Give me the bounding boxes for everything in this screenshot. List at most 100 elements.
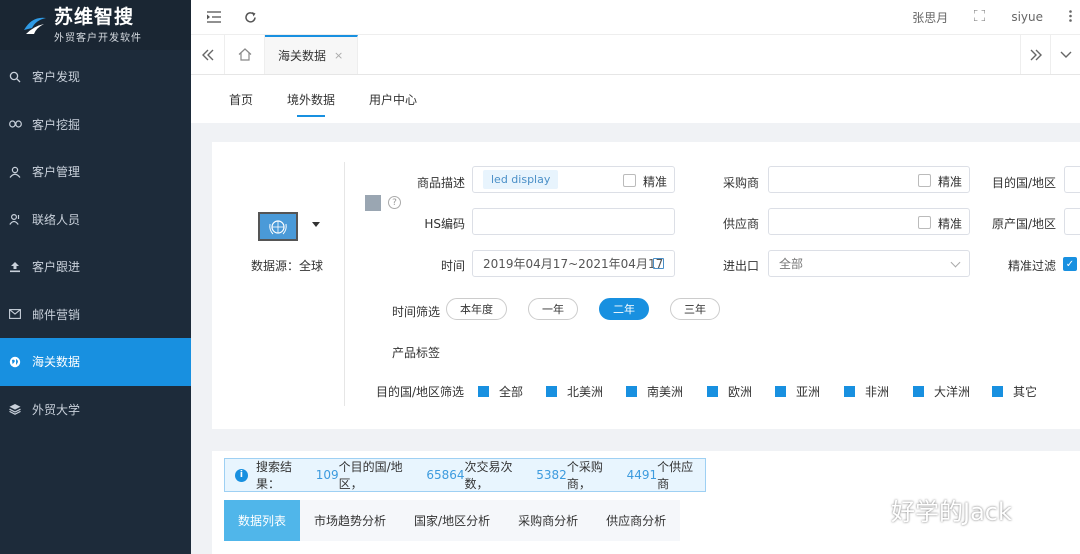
brand-logo[interactable]: 苏维智搜 外贸客户开发软件 [0,0,191,50]
tab-market-trend[interactable]: 市场趋势分析 [300,500,400,541]
supplier-label: 供应商 [722,217,759,231]
dest-suffix: 个目的国/地区， [338,460,403,491]
datasource-selector[interactable]: 数据源：全球 [242,212,332,274]
dest-country-input[interactable] [1064,166,1080,193]
dest-count[interactable]: 109 [316,468,339,482]
watermark-text: 好学的Jack [891,498,1012,526]
product-tag[interactable]: led display [483,170,559,189]
fullscreen-button[interactable] [973,9,986,24]
sidebar-item-label: 客户挖掘 [32,117,81,132]
region-checkbox [775,386,786,397]
sidebar-item-customer-management[interactable]: 客户管理 [0,148,191,196]
tab-country-analysis[interactable]: 国家/地区分析 [400,500,504,541]
close-icon[interactable]: × [334,49,343,62]
help-icon[interactable]: ? [388,196,401,209]
time-range-input[interactable]: 2019年04月17~2021年04月17 [472,250,675,277]
tab-supplier-analysis[interactable]: 供应商分析 [592,500,680,541]
time-filter-one-year[interactable]: 一年 [528,298,578,320]
brand-subtitle: 外贸客户开发软件 [54,32,142,44]
sidebar-item-customer-mining[interactable]: 客户挖掘 [0,101,191,149]
tab-data-list[interactable]: 数据列表 [224,500,301,541]
subnav-home[interactable]: 首页 [229,75,253,123]
layers-icon [8,402,22,416]
sidebar-item-contacts[interactable]: 联络人员 [0,196,191,244]
menu-toggle-button[interactable] [199,2,229,32]
double-chevron-right-icon [1030,49,1042,60]
product-tags-label: 产品标签 [391,346,440,360]
region-checkbox [992,386,1003,397]
logo-swoosh-icon [24,17,46,34]
tab-strip: 海关数据 × [191,35,1080,75]
region-oceania[interactable]: 大洋洲 [913,383,970,400]
refresh-button[interactable] [235,2,265,32]
supplier-count[interactable]: 4491 [627,468,658,482]
sidebar-item-label: 海关数据 [32,355,81,370]
caret-down-icon [312,222,320,227]
info-icon: i [235,468,248,482]
region-africa[interactable]: 非洲 [844,383,889,400]
sidebar-item-label: 客户跟进 [32,260,81,275]
link-icon [8,117,22,131]
trade-count[interactable]: 65864 [426,468,464,482]
more-vertical-icon [1069,9,1072,22]
user-icon [8,165,22,179]
globe-icon [8,355,22,369]
exact-filter-checkbox[interactable]: ✓ [1063,257,1077,271]
buyer-count[interactable]: 5382 [536,468,567,482]
user-name[interactable]: 张思月 [912,9,948,26]
fullscreen-icon [973,9,986,22]
region-other[interactable]: 其它 [992,383,1037,400]
tab-scroll-right-button[interactable] [1020,35,1050,74]
tab-customs-data[interactable]: 海关数据 × [265,35,359,74]
tab-menu-button[interactable] [1050,35,1080,74]
sidebar-item-customs-data[interactable]: 海关数据 [0,338,191,386]
supplier-exact-checkbox[interactable] [918,216,931,229]
mail-icon [8,307,22,321]
time-filter-three-years[interactable]: 三年 [670,298,720,320]
time-filter-this-year[interactable]: 本年度 [446,298,507,320]
contact-icon [8,212,22,226]
home-tab[interactable] [225,35,265,74]
region-checkbox [913,386,924,397]
time-label: 时间 [440,259,465,273]
region-south-america[interactable]: 南美洲 [626,383,683,400]
sidebar-item-customer-discovery[interactable]: 客户发现 [0,53,191,101]
wechat-icon [855,498,884,520]
region-checkbox [844,386,855,397]
buyer-exact-checkbox[interactable] [918,174,931,187]
region-asia[interactable]: 亚洲 [775,383,820,400]
region-checkbox [546,386,557,397]
mode-toggle-icon[interactable] [365,195,381,211]
sidebar-item-follow-up[interactable]: 客户跟进 [0,243,191,291]
chevron-down-icon [950,257,961,268]
origin-country-input[interactable] [1064,208,1080,235]
sidebar-item-label: 客户发现 [32,70,81,85]
exact-filter-label: 精准过滤 [1007,259,1056,273]
sidebar-menu: 客户发现 客户挖掘 客户管理 联络人员 客户跟进 邮件营销 海关数据 外贸大学 [0,53,191,433]
region-north-america[interactable]: 北美洲 [546,383,603,400]
account-name[interactable]: siyue [1011,10,1043,24]
import-export-value: 全部 [779,257,804,271]
result-tabs: 数据列表 市场趋势分析 国家/地区分析 采购商分析 供应商分析 [224,500,681,541]
import-export-select[interactable]: 全部 [768,250,970,277]
tab-scroll-left-button[interactable] [191,35,225,74]
sidebar-item-trade-university[interactable]: 外贸大学 [0,386,191,434]
region-europe[interactable]: 欧洲 [707,383,752,400]
subnav-user-center[interactable]: 用户中心 [369,75,417,123]
sidebar-item-label: 客户管理 [32,165,81,180]
hs-code-input[interactable] [472,208,675,235]
region-all[interactable]: 全部 [478,383,523,400]
top-bar: 张思月 siyue [191,0,1080,35]
sidebar-item-email-marketing[interactable]: 邮件营销 [0,291,191,339]
region-checkbox [707,386,718,397]
tab-buyer-analysis[interactable]: 采购商分析 [504,500,592,541]
double-chevron-left-icon [201,49,213,60]
product-exact-checkbox[interactable] [623,174,636,187]
subnav-overseas-data[interactable]: 境外数据 [287,75,335,123]
brand-title: 苏维智搜 [54,5,135,28]
refresh-icon [244,11,256,23]
trade-suffix: 次交易次数， [464,460,513,491]
product-exact-label: 精准 [643,175,668,189]
time-filter-two-years[interactable]: 二年 [599,298,649,320]
more-button[interactable] [1069,9,1072,25]
